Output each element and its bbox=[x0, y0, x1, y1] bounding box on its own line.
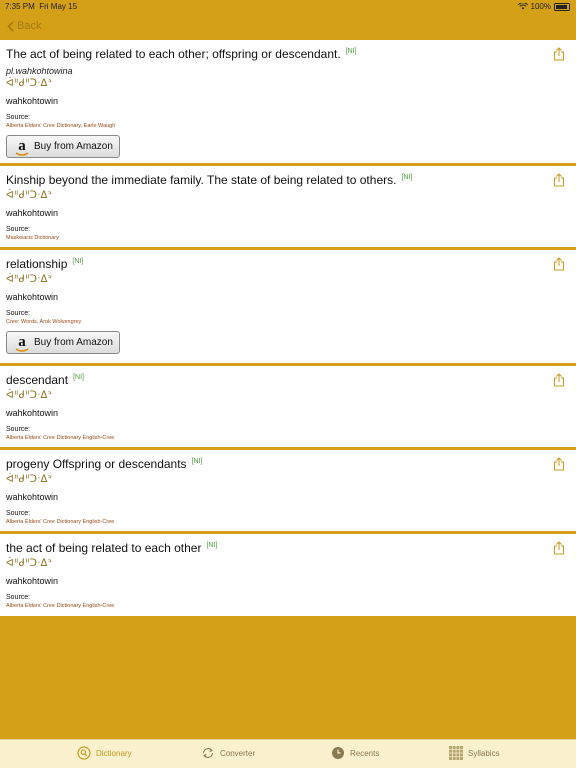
definition-text: descendant bbox=[6, 373, 69, 387]
amazon-logo-icon: a bbox=[15, 139, 29, 156]
word-class-tag: [NI] bbox=[206, 542, 218, 549]
amazon-logo-icon: a bbox=[15, 335, 29, 352]
buy-amazon-button[interactable]: a Buy from Amazon bbox=[6, 135, 120, 158]
definition-text: Kinship beyond the immediate family. The… bbox=[6, 173, 397, 187]
cree-word: wahkohtowin bbox=[6, 96, 59, 106]
syllabics-text: ᐋᐦᑯᐦᑐᐧᐃᐣ bbox=[6, 390, 53, 401]
tab-bar: Dictionary Converter Recents Syllabics bbox=[0, 739, 576, 768]
definition-text: The act of being related to each other; … bbox=[6, 47, 341, 61]
status-right: 100% bbox=[517, 2, 570, 11]
word-class-tag: [NI] bbox=[73, 374, 84, 381]
back-button[interactable]: Back bbox=[7, 20, 41, 32]
cree-word: wahkohtowin bbox=[6, 292, 59, 302]
wifi-icon bbox=[517, 3, 528, 10]
buy-amazon-button[interactable]: a Buy from Amazon bbox=[6, 331, 120, 354]
tab-converter[interactable]: Converter bbox=[201, 746, 255, 760]
amazon-label: Buy from Amazon bbox=[34, 141, 113, 152]
entry-definition: the act of being related to each other [N… bbox=[6, 538, 570, 556]
grid-icon bbox=[449, 746, 463, 760]
source-label: Source: bbox=[6, 426, 31, 433]
entry-card: Kinship beyond the immediate family. The… bbox=[0, 166, 576, 250]
status-date: Fri May 15 bbox=[39, 2, 78, 11]
source-label: Source: bbox=[6, 310, 31, 317]
syllabics-text: ᐋᐦᑯᐦᑐᐧᐃᐣ bbox=[6, 558, 53, 569]
syllabics-text: ᐋᐦᑯᐦᑐᐧᐃᐣ bbox=[6, 274, 53, 285]
definition-text: progeny Offspring or descendants bbox=[6, 457, 187, 471]
source-text: Maskwacis Dictionary bbox=[6, 235, 59, 241]
entry-definition: progeny Offspring or descendants [NI] bbox=[6, 454, 570, 472]
share-icon[interactable] bbox=[553, 47, 565, 61]
battery-percent: 100% bbox=[530, 2, 551, 11]
share-icon[interactable] bbox=[553, 373, 565, 387]
definition-text: relationship bbox=[6, 257, 68, 271]
entry-definition: descendant [NI] bbox=[6, 370, 570, 388]
source-text: Alberta Elders' Cree Dictionary English-… bbox=[6, 603, 115, 609]
source-label: Source: bbox=[6, 114, 31, 121]
source-text: Alberta Elders' Cree Dictionary English-… bbox=[6, 519, 115, 525]
word-class-tag: [NI] bbox=[401, 174, 413, 181]
share-icon[interactable] bbox=[553, 541, 565, 555]
word-class-tag: [NI] bbox=[72, 258, 84, 265]
entry-card: descendant [NI] ᐋᐦᑯᐦᑐᐧᐃᐣ wahkohtowin Sour… bbox=[0, 366, 576, 450]
definition-text: the act of being related to each other bbox=[6, 541, 202, 555]
word-class-tag: [NI] bbox=[191, 458, 203, 465]
tab-label: Recents bbox=[350, 748, 380, 758]
syllabics-text: ᐋᐦᑯᐦᑐᐧᐃᐣ bbox=[6, 190, 53, 201]
magnifier-icon bbox=[77, 746, 91, 760]
entry-definition: The act of being related to each other; … bbox=[6, 44, 570, 62]
entry-card: The act of being related to each other; … bbox=[0, 40, 576, 166]
source-label: Source: bbox=[6, 226, 31, 233]
status-time: 7:35 PM Fri May 15 bbox=[5, 2, 77, 11]
entry-definition: Kinship beyond the immediate family. The… bbox=[6, 170, 570, 188]
entry-card: relationship [NI] ᐋᐦᑯᐦᑐᐧᐃᐣ wahkohtowin So… bbox=[0, 250, 576, 366]
plural-form: pl.wahkohtowina bbox=[6, 66, 73, 76]
syllabics-text: ᐋᐦᑯᐦᑐᐧᐃᐣ bbox=[6, 474, 53, 485]
source-label: Source: bbox=[6, 594, 31, 601]
chevron-left-icon bbox=[7, 20, 14, 32]
source-text: Alberta Elders' Cree Dictionary English-… bbox=[6, 435, 115, 441]
share-icon[interactable] bbox=[553, 457, 565, 471]
source-text: Alberta Elders' Cree Dictionary, Earle W… bbox=[6, 123, 116, 129]
tab-label: Converter bbox=[220, 748, 256, 758]
status-bar: 7:35 PM Fri May 15 100% bbox=[0, 0, 576, 14]
tab-label: Syllabics bbox=[468, 748, 500, 758]
source-label: Source: bbox=[6, 510, 31, 517]
entry-card: the act of being related to each other [N… bbox=[0, 534, 576, 616]
source-text: Cree: Words, Arok Wolvengrey bbox=[6, 319, 82, 325]
entry-card: progeny Offspring or descendants [NI] ᐋᐦᑯ… bbox=[0, 450, 576, 534]
entry-definition: relationship [NI] bbox=[6, 254, 570, 272]
status-clock: 7:35 PM bbox=[5, 2, 35, 11]
syllabics-text: ᐋᐦᑯᐦᑐᐧᐃᐣ bbox=[6, 78, 53, 89]
back-label: Back bbox=[17, 20, 42, 32]
clock-icon bbox=[332, 747, 344, 759]
cree-word: wahkohtowin bbox=[6, 492, 59, 502]
tab-syllabics[interactable]: Syllabics bbox=[449, 746, 500, 760]
amazon-label: Buy from Amazon bbox=[34, 337, 113, 348]
word-class-tag: [NI] bbox=[345, 48, 357, 55]
nav-bar: Back bbox=[0, 14, 576, 40]
cree-word: wahkohtowin bbox=[6, 576, 59, 586]
share-icon[interactable] bbox=[553, 173, 565, 187]
tab-recents[interactable]: Recents bbox=[331, 746, 379, 760]
cree-word: wahkohtowin bbox=[6, 208, 59, 218]
share-icon[interactable] bbox=[553, 257, 565, 271]
entry-list: The act of being related to each other; … bbox=[0, 40, 576, 616]
battery-icon bbox=[554, 2, 570, 11]
tab-label: Dictionary bbox=[96, 748, 132, 758]
cree-word: wahkohtowin bbox=[6, 408, 59, 418]
tab-dictionary[interactable]: Dictionary bbox=[77, 746, 132, 760]
convert-icon bbox=[203, 748, 213, 758]
